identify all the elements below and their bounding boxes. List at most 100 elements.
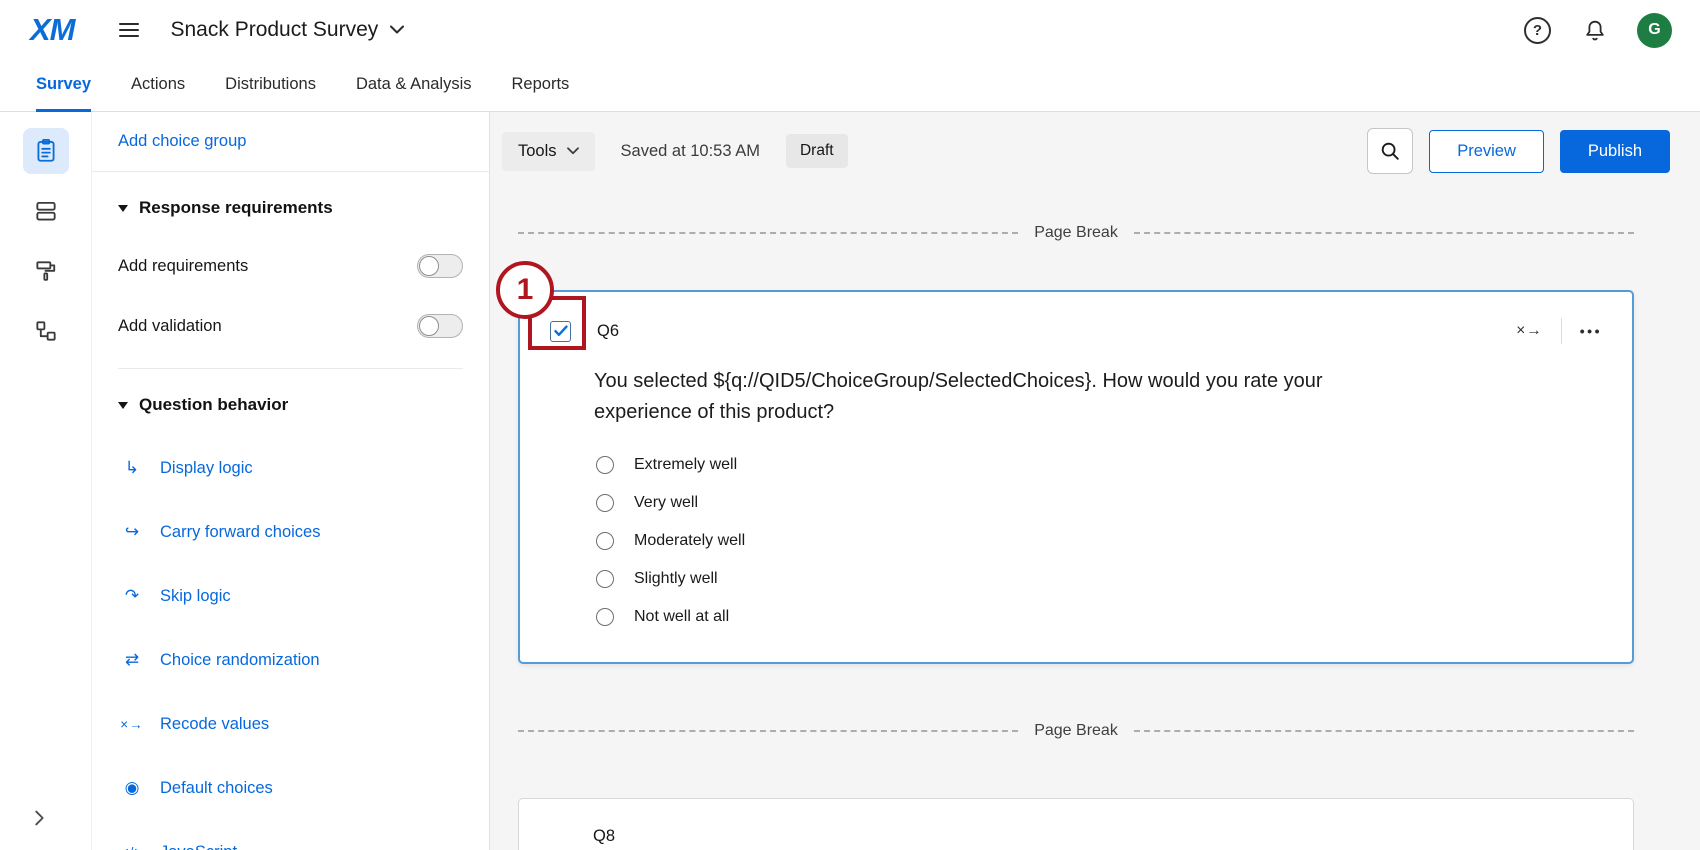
survey-title-dropdown[interactable]: Snack Product Survey bbox=[171, 18, 405, 42]
question-behavior-section: Question behavior ↳ Display logic ↪ Carr… bbox=[92, 395, 489, 850]
page-break-line bbox=[518, 730, 1018, 732]
default-choices-icon: ◉ bbox=[118, 778, 146, 798]
radio-icon bbox=[596, 570, 614, 588]
question-options-sidebar: Add choice group Response requirements A… bbox=[92, 112, 490, 850]
toolbar-right-actions: Preview Publish bbox=[1367, 128, 1670, 174]
blocks-icon[interactable] bbox=[23, 188, 69, 234]
main-nav-tabs: Survey Actions Distributions Data & Anal… bbox=[0, 60, 1700, 112]
question-behavior-header[interactable]: Question behavior bbox=[118, 395, 463, 415]
javascript-icon: </> bbox=[118, 845, 146, 850]
page-break-line bbox=[1134, 730, 1634, 732]
topbar-actions: ? G bbox=[1524, 13, 1672, 48]
tab-survey[interactable]: Survey bbox=[36, 60, 91, 112]
display-logic-icon: ↳ bbox=[118, 458, 146, 478]
add-requirements-toggle[interactable] bbox=[417, 254, 463, 278]
survey-flow-icon[interactable] bbox=[23, 308, 69, 354]
hamburger-menu-icon[interactable] bbox=[117, 18, 141, 42]
recode-values-icon: ×→ bbox=[118, 717, 146, 732]
left-icon-rail bbox=[0, 112, 92, 850]
user-avatar[interactable]: G bbox=[1637, 13, 1672, 48]
publish-button[interactable]: Publish bbox=[1560, 130, 1670, 173]
question-text[interactable]: You selected ${q://QID5/ChoiceGroup/Sele… bbox=[594, 366, 1384, 428]
checkmark-icon bbox=[554, 325, 568, 337]
carry-forward-icon: ↪ bbox=[118, 522, 146, 542]
xm-logo[interactable]: XM bbox=[30, 12, 75, 48]
radio-icon bbox=[596, 494, 614, 512]
add-choice-group-link[interactable]: Add choice group bbox=[118, 132, 246, 150]
tab-distributions[interactable]: Distributions bbox=[225, 60, 316, 112]
look-and-feel-icon[interactable] bbox=[23, 248, 69, 294]
chevron-down-icon bbox=[390, 21, 404, 39]
question-id: Q6 bbox=[597, 322, 619, 341]
search-icon bbox=[1379, 140, 1401, 162]
page-break: Page Break bbox=[518, 222, 1634, 244]
choice-option[interactable]: Not well at all bbox=[596, 606, 1602, 628]
question-card-q6[interactable]: 1 Q6 ×→ ••• You selected ${q://QID5/Choi… bbox=[518, 290, 1634, 664]
question-actions: ×→ ••• bbox=[1516, 318, 1602, 344]
bell-icon bbox=[1583, 18, 1607, 43]
add-requirements-label: Add requirements bbox=[118, 257, 248, 276]
help-button[interactable]: ? bbox=[1524, 17, 1551, 44]
tools-dropdown[interactable]: Tools bbox=[502, 132, 595, 171]
chevron-down-icon bbox=[567, 147, 579, 155]
sidebar-item-recode-values[interactable]: ×→ Recode values bbox=[118, 713, 463, 735]
question-header: Q6 ×→ ••• bbox=[550, 318, 1602, 344]
add-validation-toggle[interactable] bbox=[417, 314, 463, 338]
tab-reports[interactable]: Reports bbox=[512, 60, 570, 112]
sidebar-item-display-logic[interactable]: ↳ Display logic bbox=[118, 457, 463, 479]
sidebar-item-skip-logic[interactable]: ↷ Skip logic bbox=[118, 585, 463, 607]
choice-option[interactable]: Slightly well bbox=[596, 568, 1602, 590]
annotation-step-circle: 1 bbox=[496, 261, 554, 319]
choice-option[interactable]: Very well bbox=[596, 492, 1602, 514]
page-break-line bbox=[1134, 232, 1634, 234]
tab-actions[interactable]: Actions bbox=[131, 60, 185, 112]
add-validation-label: Add validation bbox=[118, 317, 222, 336]
qualtrics-survey-editor: { "header": { "logo": "XM", "survey_titl… bbox=[0, 0, 1700, 850]
response-requirements-header[interactable]: Response requirements bbox=[118, 198, 463, 218]
top-header: XM Snack Product Survey ? G bbox=[0, 0, 1700, 60]
choice-randomization-icon: ⇄ bbox=[118, 650, 146, 670]
question-id: Q8 bbox=[593, 827, 1603, 846]
page-break: Page Break bbox=[518, 720, 1634, 742]
more-options-icon[interactable]: ••• bbox=[1580, 323, 1602, 339]
content-area: Add choice group Response requirements A… bbox=[0, 112, 1700, 850]
question-card-q8[interactable]: Q8 Your four-digit coupon code is: ${e:/… bbox=[518, 798, 1634, 850]
page-break-line bbox=[518, 232, 1018, 234]
tab-data-analysis[interactable]: Data & Analysis bbox=[356, 60, 472, 112]
page-break-label: Page Break bbox=[1034, 722, 1118, 740]
skip-logic-icon: ↷ bbox=[118, 586, 146, 606]
add-requirements-row: Add requirements bbox=[118, 254, 463, 278]
survey-builder-icon[interactable] bbox=[23, 128, 69, 174]
help-icon: ? bbox=[1524, 17, 1551, 44]
choice-list: Extremely well Very well Moderately well… bbox=[596, 454, 1602, 628]
question-select-checkbox[interactable] bbox=[550, 321, 571, 342]
toggle-knob bbox=[419, 316, 439, 336]
editor-toolbar: Tools Saved at 10:53 AM Draft Preview Pu… bbox=[490, 112, 1700, 190]
collapse-panel-chevron-icon[interactable] bbox=[28, 807, 50, 834]
choice-option[interactable]: Extremely well bbox=[596, 454, 1602, 476]
preview-button[interactable]: Preview bbox=[1429, 130, 1544, 173]
sidebar-item-javascript[interactable]: </> JavaScript bbox=[118, 841, 463, 850]
survey-editor-main: Tools Saved at 10:53 AM Draft Preview Pu… bbox=[490, 112, 1700, 850]
sidebar-item-carry-forward-choices[interactable]: ↪ Carry forward choices bbox=[118, 521, 463, 543]
toggle-knob bbox=[419, 256, 439, 276]
survey-canvas: Page Break 1 Q6 ×→ ••• You se bbox=[490, 190, 1700, 850]
survey-title: Snack Product Survey bbox=[171, 18, 379, 42]
draft-badge: Draft bbox=[786, 134, 848, 168]
search-button[interactable] bbox=[1367, 128, 1413, 174]
divider bbox=[1561, 318, 1562, 344]
radio-icon bbox=[596, 456, 614, 474]
caret-down-icon bbox=[118, 205, 128, 212]
sidebar-item-choice-randomization[interactable]: ⇄ Choice randomization bbox=[118, 649, 463, 671]
recode-values-icon[interactable]: ×→ bbox=[1516, 322, 1543, 340]
save-status: Saved at 10:53 AM bbox=[621, 142, 760, 161]
caret-down-icon bbox=[118, 402, 128, 409]
add-validation-row: Add validation bbox=[118, 314, 463, 338]
notifications-button[interactable] bbox=[1583, 18, 1607, 43]
response-requirements-section: Response requirements Add requirements A… bbox=[92, 198, 489, 369]
choice-option[interactable]: Moderately well bbox=[596, 530, 1602, 552]
sidebar-item-default-choices[interactable]: ◉ Default choices bbox=[118, 777, 463, 799]
radio-icon bbox=[596, 608, 614, 626]
page-break-label: Page Break bbox=[1034, 224, 1118, 242]
sidebar-top-section: Add choice group bbox=[92, 112, 489, 172]
